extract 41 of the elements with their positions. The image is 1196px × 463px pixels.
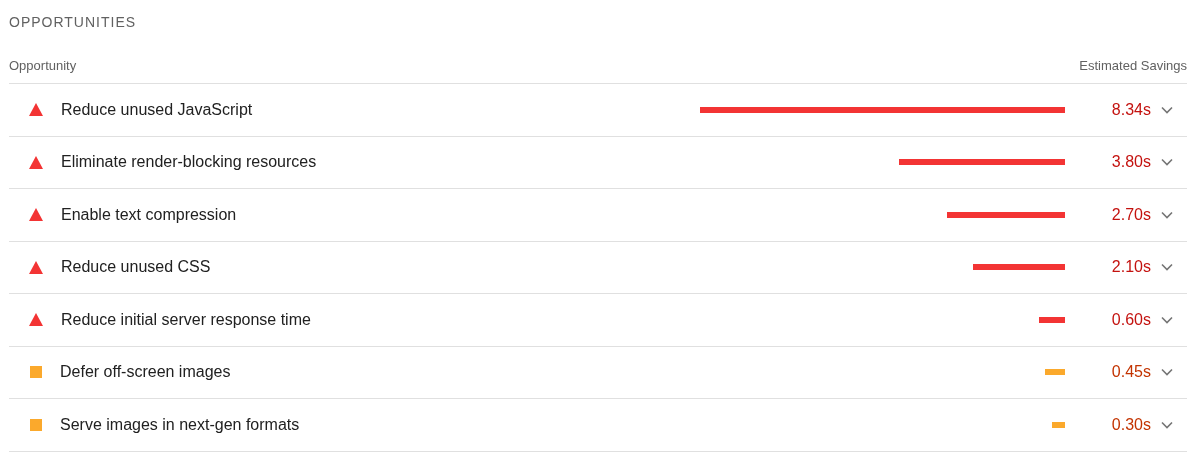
savings-value: 3.80s (1110, 152, 1151, 173)
opportunity-row[interactable]: Reduce unused JavaScript 8.34s (9, 84, 1187, 137)
savings-value: 8.34s (1110, 99, 1151, 120)
column-header: Estimated Savings (1079, 56, 1187, 75)
opportunity-row[interactable]: Serve images in next-gen formats 0.30s (9, 399, 1187, 452)
savings-bar (1051, 421, 1065, 428)
opportunity-row[interactable]: Enable text compression 2.70s (9, 189, 1187, 242)
savings-value: 0.30s (1110, 414, 1151, 435)
savings-bar (1038, 316, 1065, 323)
warning-triangle-icon (29, 313, 43, 327)
savings-value: 2.70s (1110, 204, 1151, 225)
opportunity-title: Defer off-screen images (60, 362, 231, 383)
chevron-icon[interactable] (1161, 315, 1173, 324)
chevron-icon[interactable] (1161, 210, 1173, 219)
chevron-icon[interactable] (1161, 105, 1173, 114)
square-icon (30, 366, 42, 379)
opportunity-row[interactable]: Defer off-screen images 0.45s (9, 346, 1187, 399)
chevron-icon[interactable] (1161, 158, 1173, 167)
opportunity-title: Reduce unused JavaScript (61, 99, 253, 120)
warning-triangle-icon (29, 260, 43, 274)
opportunity-row[interactable]: Reduce unused CSS 2.10s (9, 241, 1187, 294)
savings-value: 2.10s (1110, 257, 1151, 278)
opportunity-title: Serve images in next-gen formats (60, 414, 300, 435)
savings-value: 0.45s (1110, 362, 1151, 383)
section-title: OPPORTUNITIES (9, 13, 138, 32)
chevron-icon[interactable] (1161, 368, 1173, 377)
square-icon (30, 418, 42, 431)
warning-triangle-icon (29, 103, 43, 117)
warning-triangle-icon (29, 155, 43, 169)
opportunity-title: Reduce unused CSS (61, 257, 211, 278)
chevron-icon[interactable] (1161, 420, 1173, 429)
opportunity-row[interactable]: Eliminate render-blocking resources 3.80s (9, 136, 1187, 189)
opportunity-row[interactable]: Reduce initial server response time 0.60s (9, 294, 1187, 347)
opportunity-title: Reduce initial server response time (61, 309, 311, 330)
opportunity-title: Enable text compression (61, 204, 237, 225)
savings-bar (1045, 369, 1065, 376)
savings-value: 0.60s (1110, 309, 1151, 330)
chevron-icon[interactable] (1161, 263, 1173, 272)
column-header: Opportunity (9, 56, 77, 75)
opportunity-title: Eliminate render-blocking resources (61, 152, 317, 173)
warning-triangle-icon (29, 208, 43, 222)
